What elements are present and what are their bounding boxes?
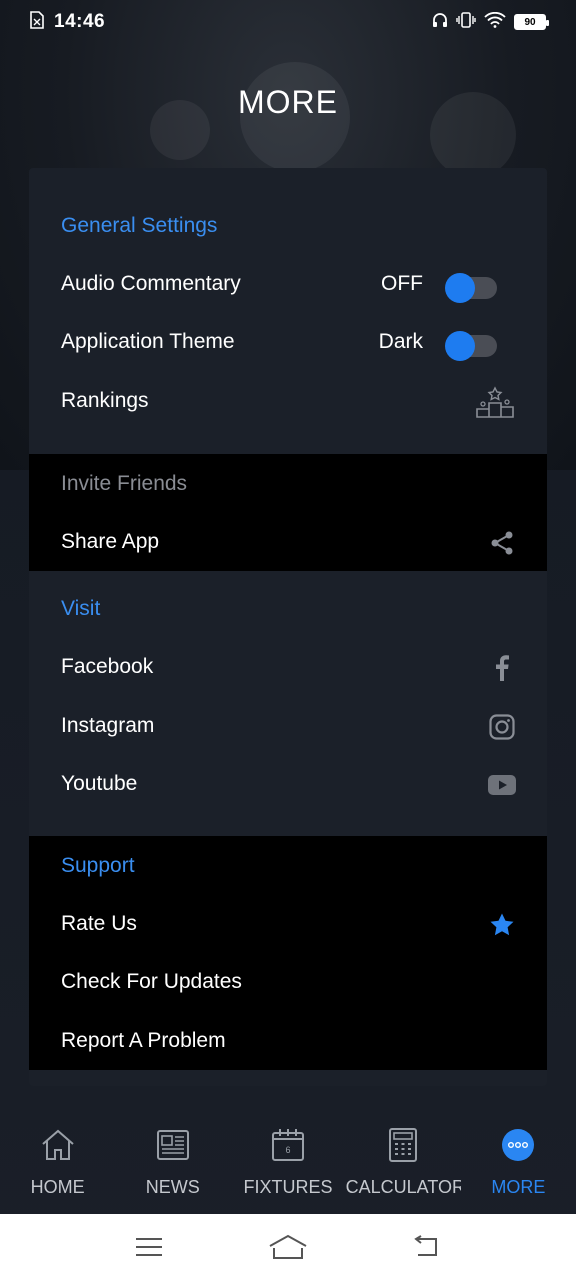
facebook-icon [487,653,517,683]
audio-commentary-label: Audio Commentary [61,272,241,295]
calendar-icon: 6 [268,1126,308,1163]
rate-us-label: Rate Us [61,912,137,935]
share-app-label: Share App [61,530,160,553]
nav-home-label: HOME [30,1177,85,1197]
status-left: 14:46 [30,10,106,34]
youtube-icon [487,770,517,800]
audio-commentary-row[interactable]: Audio Commentary OFF [29,260,547,310]
battery-icon: 90 [514,14,549,30]
general-settings-header: General Settings [61,214,218,237]
support-section: Support Rate Us Check For Updates Report… [29,836,547,1070]
visit-section: Visit Facebook Instagram Youtube [29,571,547,836]
nav-fixtures[interactable]: 6 FIXTURES [230,1112,345,1214]
vibrate-icon [456,11,476,33]
facebook-label: Facebook [61,655,154,678]
status-time: 14:46 [54,11,106,32]
bottom-nav: HOME NEWS 6 FIXTURES CALCULATOR MORE [0,1112,576,1214]
youtube-row[interactable]: Youtube [29,760,547,810]
nav-home[interactable]: HOME [0,1112,115,1214]
general-settings-section: General Settings Audio Commentary OFF Ap… [29,168,547,454]
application-theme-label: Application Theme [61,330,235,353]
settings-card: General Settings Audio Commentary OFF Ap… [29,168,547,1086]
audio-commentary-toggle[interactable] [445,272,497,303]
nav-calculator-label: CALCULATOR [345,1177,461,1197]
nav-news[interactable]: NEWS [115,1112,230,1214]
podium-icon [475,386,515,418]
instagram-icon [487,712,517,742]
check-updates-label: Check For Updates [61,970,242,993]
support-header: Support [61,854,135,877]
back-icon[interactable] [397,1227,457,1267]
instagram-row[interactable]: Instagram [29,702,547,752]
invite-friends-header: Invite Friends [61,472,188,495]
nav-calculator[interactable]: CALCULATOR [346,1112,461,1214]
nav-news-label: NEWS [145,1177,200,1197]
application-theme-toggle[interactable] [445,330,497,361]
share-app-row[interactable]: Share App [29,518,547,568]
page-title: MORE [238,84,338,120]
rankings-label: Rankings [61,389,149,412]
report-problem-label: Report A Problem [61,1029,226,1052]
application-theme-value: Dark [378,330,423,353]
instagram-label: Instagram [61,714,155,737]
home-icon [38,1126,78,1163]
rate-us-row[interactable]: Rate Us [29,900,547,950]
headphones-icon [432,12,448,33]
sim-icon [30,10,44,34]
status-right: 90 [432,11,549,33]
facebook-row[interactable]: Facebook [29,643,547,693]
more-dots-icon [498,1126,538,1163]
check-updates-row[interactable]: Check For Updates [29,958,547,1008]
svg-text:6: 6 [285,1145,290,1155]
nav-more[interactable]: MORE [461,1112,576,1214]
status-bar: 14:46 90 [0,0,576,44]
rankings-row[interactable]: Rankings [29,377,547,427]
newspaper-icon [153,1126,193,1163]
invite-friends-section: Invite Friends Share App [29,454,547,571]
visit-header: Visit [61,597,101,620]
nav-fixtures-label: FIXTURES [243,1177,333,1197]
home-button-icon[interactable] [258,1227,318,1267]
system-nav-bar [0,1214,576,1280]
youtube-label: Youtube [61,772,138,795]
share-icon [487,528,517,558]
report-problem-row[interactable]: Report A Problem [29,1017,547,1067]
application-theme-row[interactable]: Application Theme Dark [29,318,547,368]
star-icon [487,910,517,940]
audio-commentary-value: OFF [381,272,423,295]
wifi-icon [484,11,506,33]
calculator-icon [383,1126,423,1163]
more-screen: 14:46 90 MORE General Settings Audio Com… [0,0,576,1280]
nav-more-label: MORE [491,1177,546,1197]
menu-icon[interactable] [119,1227,179,1267]
